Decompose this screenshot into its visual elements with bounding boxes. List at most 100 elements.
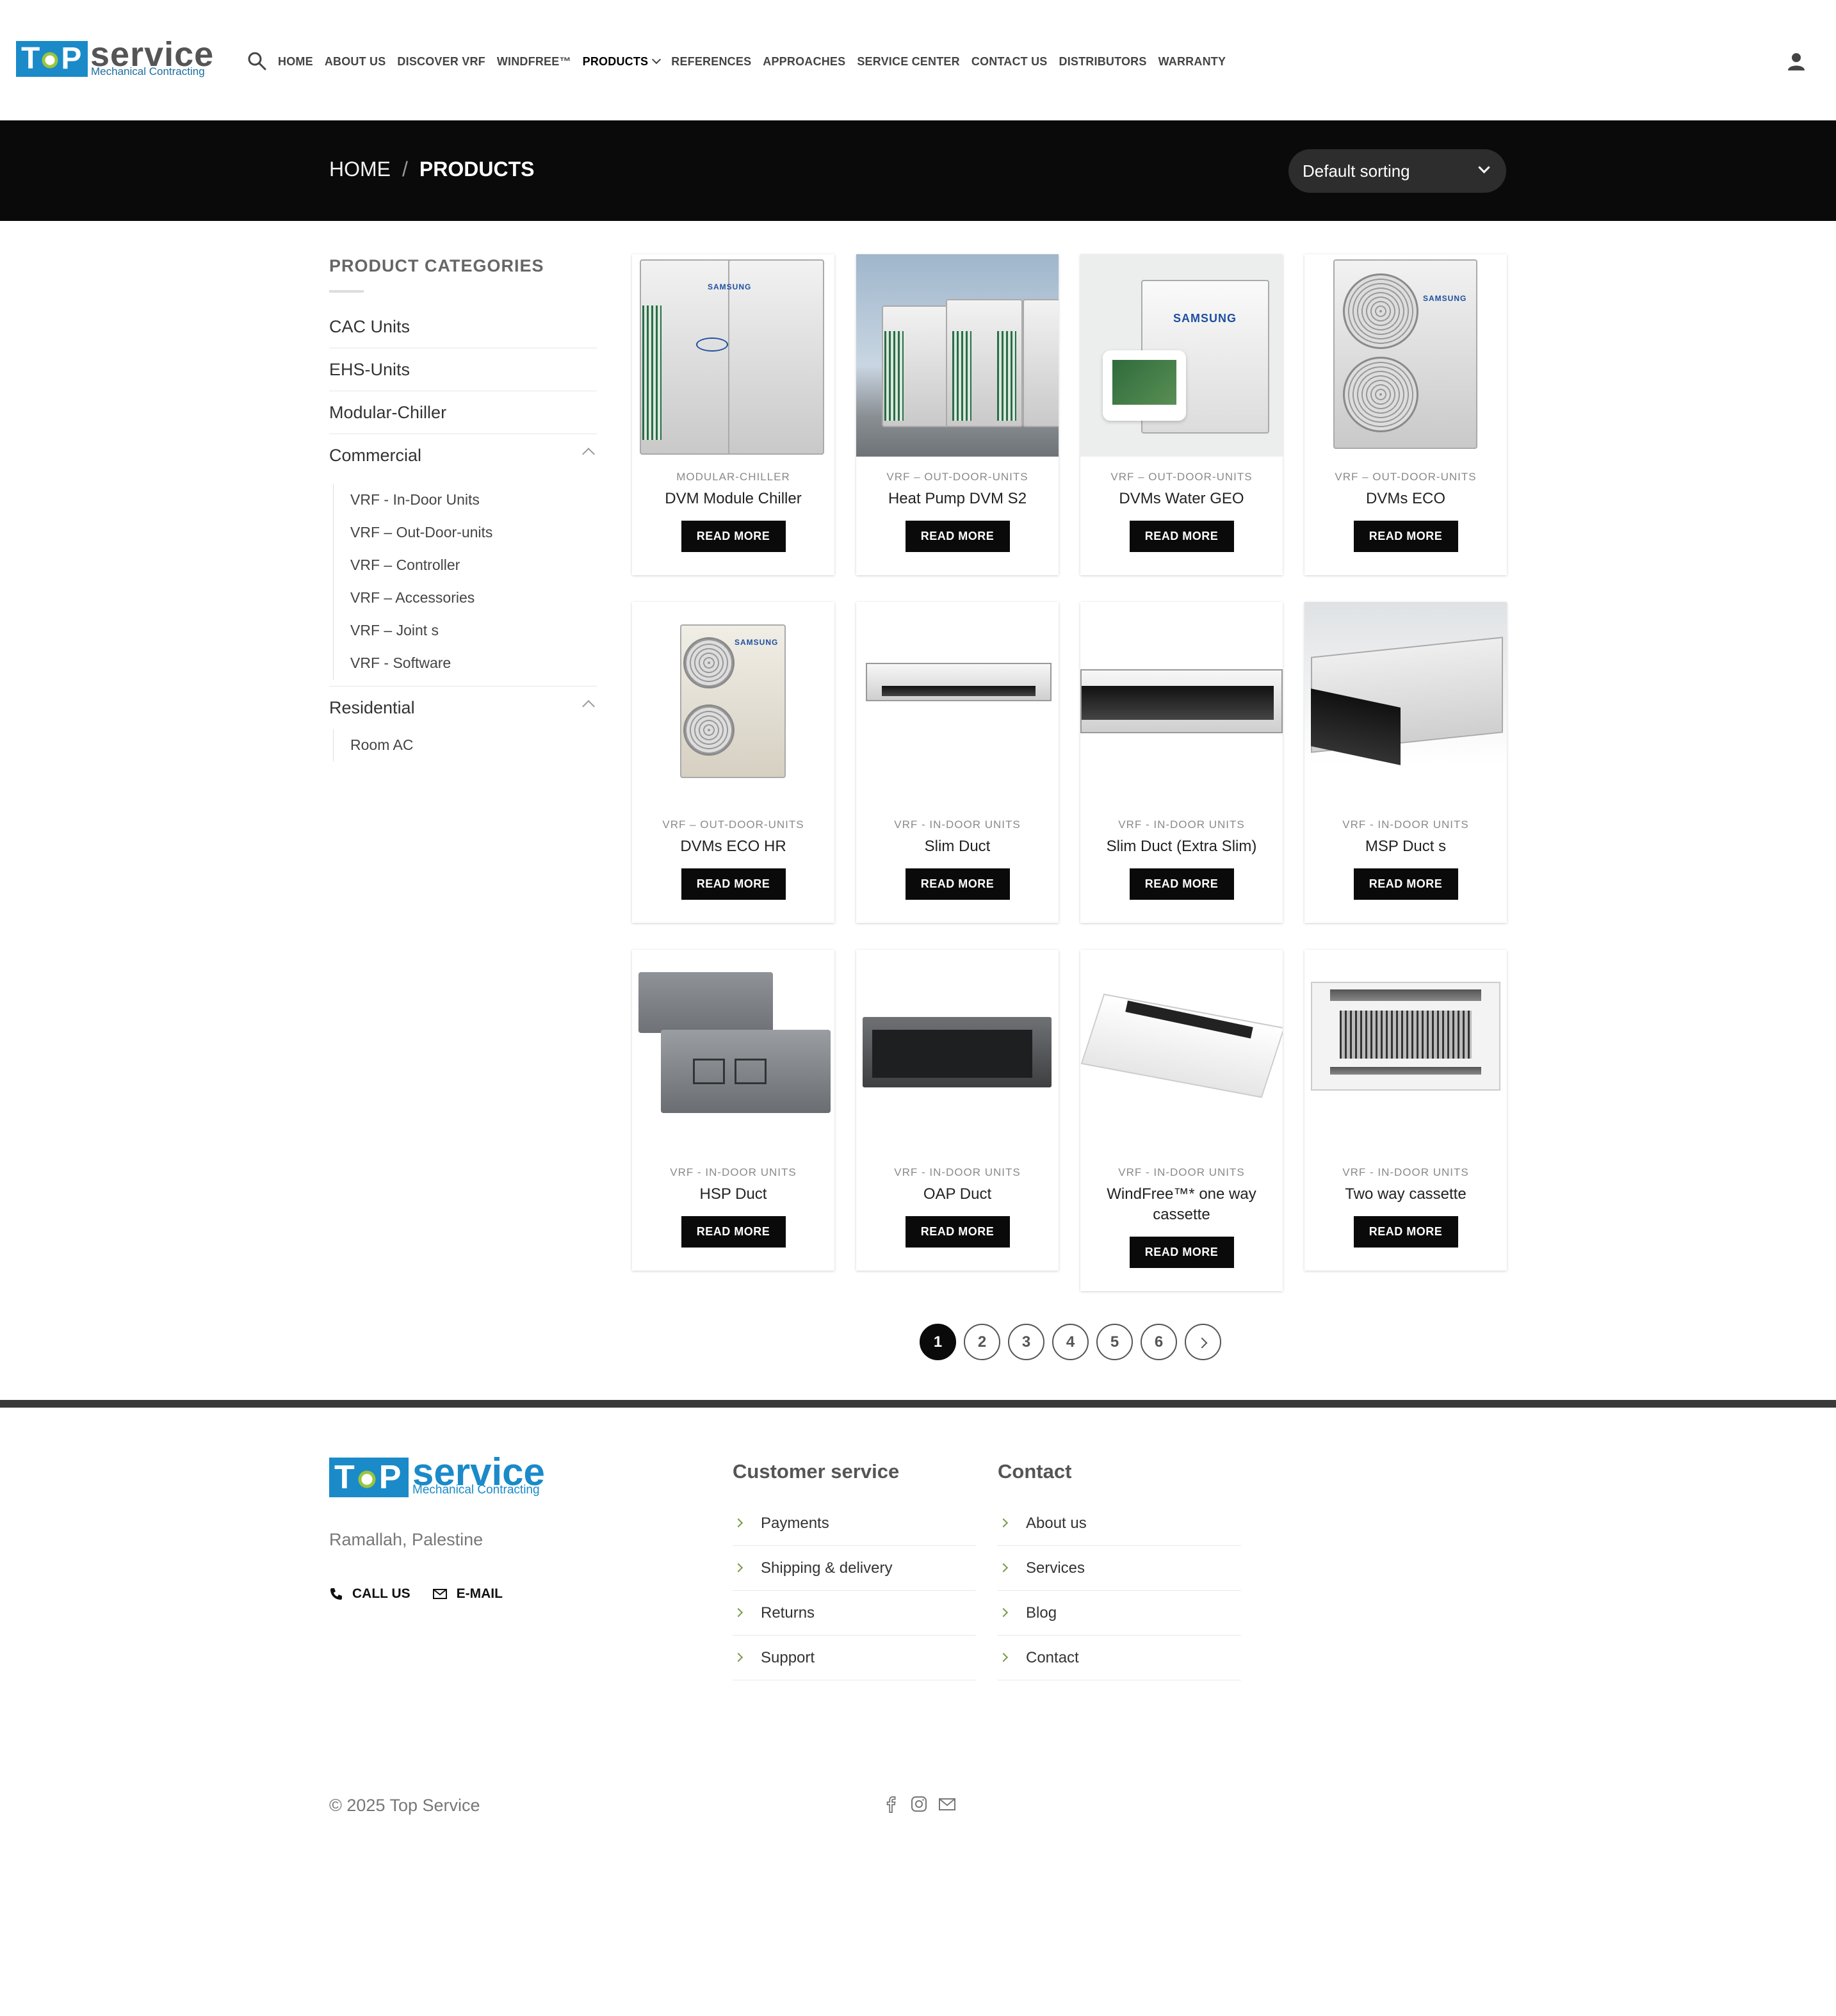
email-link[interactable]: E-MAIL bbox=[432, 1586, 503, 1602]
product-name[interactable]: DVMs ECO bbox=[1304, 489, 1507, 509]
product-card[interactable]: VRF - IN-DOOR UNITS Two way cassette REA… bbox=[1304, 950, 1507, 1271]
nav-windfree[interactable]: WINDFREE™ bbox=[497, 54, 571, 69]
read-more-button[interactable]: READ MORE bbox=[905, 521, 1010, 552]
product-category[interactable]: MODULAR-CHILLER bbox=[632, 471, 834, 484]
product-name[interactable]: OAP Duct bbox=[856, 1184, 1059, 1205]
product-category[interactable]: VRF - IN-DOOR UNITS bbox=[632, 1166, 834, 1179]
read-more-button[interactable]: READ MORE bbox=[681, 868, 786, 900]
footer-link-blog[interactable]: Blog bbox=[998, 1591, 1241, 1636]
product-image[interactable] bbox=[1080, 602, 1283, 804]
nav-products[interactable]: PRODUCTS bbox=[583, 54, 662, 69]
page-5[interactable]: 5 bbox=[1096, 1324, 1133, 1360]
instagram-icon[interactable] bbox=[909, 1794, 929, 1814]
product-card[interactable]: VRF - IN-DOOR UNITS Slim Duct READ MORE bbox=[856, 602, 1059, 923]
email-icon[interactable] bbox=[938, 1794, 957, 1814]
footer-link-payments[interactable]: Payments bbox=[733, 1501, 976, 1546]
nav-approaches[interactable]: APPROACHES bbox=[763, 54, 845, 69]
product-name[interactable]: DVMs ECO HR bbox=[632, 836, 834, 857]
read-more-button[interactable]: READ MORE bbox=[1129, 868, 1234, 900]
page-2[interactable]: 2 bbox=[964, 1324, 1000, 1360]
product-image[interactable]: SAMSUNG bbox=[632, 254, 834, 457]
footer-link-about-us[interactable]: About us bbox=[998, 1501, 1241, 1546]
subcategory-vrf-accessories[interactable]: VRF – Accessories bbox=[350, 581, 597, 614]
product-card[interactable]: VRF – OUT-DOOR-UNITS Heat Pump DVM S2 RE… bbox=[856, 254, 1059, 575]
nav-about-us[interactable]: ABOUT US bbox=[325, 54, 386, 69]
product-name[interactable]: Slim Duct bbox=[856, 836, 1059, 857]
product-card[interactable]: VRF - IN-DOOR UNITS Slim Duct (Extra Sli… bbox=[1080, 602, 1283, 923]
read-more-button[interactable]: READ MORE bbox=[1129, 1237, 1234, 1268]
product-name[interactable]: MSP Duct s bbox=[1304, 836, 1507, 857]
product-name[interactable]: DVMs Water GEO bbox=[1080, 489, 1283, 509]
sort-select[interactable]: Default sorting bbox=[1288, 149, 1506, 193]
product-image[interactable] bbox=[632, 950, 834, 1152]
subcategory-vrf-controller[interactable]: VRF – Controller bbox=[350, 549, 597, 581]
product-name[interactable]: HSP Duct bbox=[632, 1184, 834, 1205]
product-category[interactable]: VRF - IN-DOOR UNITS bbox=[1080, 1166, 1283, 1179]
product-image[interactable] bbox=[856, 602, 1059, 804]
page-1[interactable]: 1 bbox=[920, 1324, 956, 1360]
site-logo[interactable]: TP service Mechanical Contracting bbox=[16, 35, 218, 81]
nav-service-center[interactable]: SERVICE CENTER bbox=[857, 54, 960, 69]
product-card[interactable]: SAMSUNG VRF – OUT-DOOR-UNITS DVMs Water … bbox=[1080, 254, 1283, 575]
subcategory-room-ac[interactable]: Room AC bbox=[350, 729, 597, 761]
product-card[interactable]: SAMSUNG VRF – OUT-DOOR-UNITS DVMs ECO HR… bbox=[632, 602, 834, 923]
read-more-button[interactable]: READ MORE bbox=[1353, 1216, 1458, 1248]
nav-contact-us[interactable]: CONTACT US bbox=[971, 54, 1048, 69]
footer-link-services[interactable]: Services bbox=[998, 1546, 1241, 1591]
footer-link-contact[interactable]: Contact bbox=[998, 1636, 1241, 1680]
footer-link-shipping[interactable]: Shipping & delivery bbox=[733, 1546, 976, 1591]
page-4[interactable]: 4 bbox=[1052, 1324, 1089, 1360]
product-card[interactable]: SAMSUNG VRF – OUT-DOOR-UNITS DVMs ECO RE… bbox=[1304, 254, 1507, 575]
read-more-button[interactable]: READ MORE bbox=[1129, 521, 1234, 552]
page-6[interactable]: 6 bbox=[1141, 1324, 1177, 1360]
subcategory-vrf-indoor[interactable]: VRF - In-Door Units bbox=[350, 484, 597, 516]
nav-discover-vrf[interactable]: DISCOVER VRF bbox=[397, 54, 485, 69]
user-icon[interactable] bbox=[1786, 51, 1807, 72]
category-residential[interactable]: Residential bbox=[329, 686, 597, 729]
product-category[interactable]: VRF - IN-DOOR UNITS bbox=[1304, 818, 1507, 831]
product-image[interactable]: SAMSUNG bbox=[1080, 254, 1283, 457]
product-card[interactable]: VRF - IN-DOOR UNITS OAP Duct READ MORE bbox=[856, 950, 1059, 1271]
product-image[interactable] bbox=[1304, 950, 1507, 1152]
chevron-up-icon[interactable] bbox=[582, 448, 595, 460]
subcategory-vrf-joints[interactable]: VRF – Joint s bbox=[350, 614, 597, 647]
footer-logo[interactable]: TP service Mechanical Contracting bbox=[329, 1451, 553, 1497]
product-image[interactable]: SAMSUNG bbox=[1304, 254, 1507, 457]
product-card[interactable]: VRF - IN-DOOR UNITS MSP Duct s READ MORE bbox=[1304, 602, 1507, 923]
subcategory-vrf-software[interactable]: VRF - Software bbox=[350, 647, 597, 679]
product-name[interactable]: DVM Module Chiller bbox=[632, 489, 834, 509]
product-image[interactable] bbox=[856, 950, 1059, 1152]
chevron-up-icon[interactable] bbox=[582, 700, 595, 713]
read-more-button[interactable]: READ MORE bbox=[905, 1216, 1010, 1248]
product-card[interactable]: VRF - IN-DOOR UNITS WindFree™* one way c… bbox=[1080, 950, 1283, 1291]
read-more-button[interactable]: READ MORE bbox=[905, 868, 1010, 900]
product-category[interactable]: VRF - IN-DOOR UNITS bbox=[856, 818, 1059, 831]
product-category[interactable]: VRF – OUT-DOOR-UNITS bbox=[1080, 471, 1283, 484]
page-3[interactable]: 3 bbox=[1008, 1324, 1044, 1360]
product-image[interactable] bbox=[1080, 950, 1283, 1152]
product-name[interactable]: Slim Duct (Extra Slim) bbox=[1080, 836, 1283, 857]
read-more-button[interactable]: READ MORE bbox=[1353, 521, 1458, 552]
product-image[interactable] bbox=[856, 254, 1059, 457]
product-category[interactable]: VRF - IN-DOOR UNITS bbox=[856, 1166, 1059, 1179]
product-name[interactable]: WindFree™* one way cassette bbox=[1080, 1184, 1283, 1225]
call-us-link[interactable]: CALL US bbox=[329, 1586, 410, 1602]
product-category[interactable]: VRF – OUT-DOOR-UNITS bbox=[632, 818, 834, 831]
facebook-icon[interactable] bbox=[881, 1794, 900, 1814]
product-name[interactable]: Two way cassette bbox=[1304, 1184, 1507, 1205]
category-cac-units[interactable]: CAC Units bbox=[329, 305, 597, 348]
read-more-button[interactable]: READ MORE bbox=[681, 1216, 786, 1248]
product-card[interactable]: VRF - IN-DOOR UNITS HSP Duct READ MORE bbox=[632, 950, 834, 1271]
read-more-button[interactable]: READ MORE bbox=[681, 521, 786, 552]
nav-warranty[interactable]: WARRANTY bbox=[1158, 54, 1226, 69]
subcategory-vrf-outdoor[interactable]: VRF – Out-Door-units bbox=[350, 516, 597, 549]
footer-link-support[interactable]: Support bbox=[733, 1636, 976, 1680]
product-name[interactable]: Heat Pump DVM S2 bbox=[856, 489, 1059, 509]
product-category[interactable]: VRF – OUT-DOOR-UNITS bbox=[1304, 471, 1507, 484]
product-category[interactable]: VRF – OUT-DOOR-UNITS bbox=[856, 471, 1059, 484]
category-commercial[interactable]: Commercial bbox=[329, 434, 597, 477]
category-ehs-units[interactable]: EHS-Units bbox=[329, 348, 597, 391]
next-page-button[interactable] bbox=[1185, 1324, 1221, 1360]
product-category[interactable]: VRF - IN-DOOR UNITS bbox=[1304, 1166, 1507, 1179]
footer-link-returns[interactable]: Returns bbox=[733, 1591, 976, 1636]
